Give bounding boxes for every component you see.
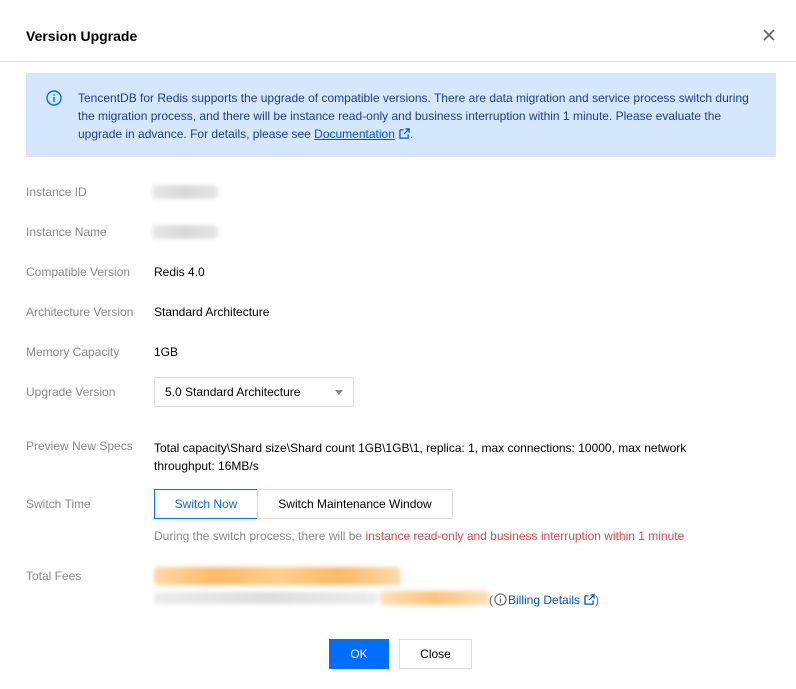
switch-time-label: Switch Time	[26, 497, 91, 511]
close-icon[interactable]	[761, 27, 777, 43]
external-link-icon[interactable]	[584, 594, 595, 605]
header-divider	[0, 61, 796, 62]
close-button[interactable]: Close	[399, 639, 472, 669]
info-icon	[46, 90, 62, 106]
instance-id-label: Instance ID	[26, 185, 87, 199]
billing-details-link[interactable]: Billing Details	[508, 593, 580, 607]
fees-discount-redacted	[380, 591, 490, 605]
external-link-icon[interactable]	[399, 128, 410, 139]
total-fees-label: Total Fees	[26, 569, 82, 583]
memory-capacity-label: Memory Capacity	[26, 345, 120, 359]
upgrade-version-select[interactable]: 5.0 Standard Architecture	[154, 377, 354, 407]
version-upgrade-dialog: Version Upgrade TencentDB for Redis supp…	[0, 0, 796, 689]
instance-name-value-redacted	[152, 225, 218, 239]
upgrade-version-selected: 5.0 Standard Architecture	[165, 385, 301, 399]
compatible-version-label: Compatible Version	[26, 265, 131, 279]
notice-suffix: .	[409, 127, 414, 141]
memory-capacity-value: 1GB	[154, 345, 179, 359]
documentation-link[interactable]: Documentation	[314, 127, 395, 141]
upgrade-notice: TencentDB for Redis supports the upgrade…	[26, 73, 776, 157]
fees-detail-redacted	[154, 592, 378, 604]
instance-name-label: Instance Name	[26, 225, 107, 239]
instance-id-value-redacted	[152, 185, 218, 199]
preview-specs-label: Preview New Specs	[26, 439, 133, 453]
info-icon	[494, 593, 507, 606]
switch-maintenance-window-button[interactable]: Switch Maintenance Window	[257, 489, 453, 519]
billing-details[interactable]: ( Billing Details )	[489, 593, 599, 607]
compatible-version-value: Redis 4.0	[154, 265, 205, 279]
ok-button[interactable]: OK	[329, 639, 389, 669]
preview-specs-value: Total capacity\Shard size\Shard count 1G…	[154, 441, 687, 473]
switch-note: During the switch process, there will be…	[154, 529, 685, 543]
notice-text: TencentDB for Redis supports the upgrade…	[78, 91, 749, 141]
chevron-down-icon	[335, 390, 343, 395]
architecture-version-value: Standard Architecture	[154, 305, 270, 319]
upgrade-version-label: Upgrade Version	[26, 385, 116, 399]
total-fees-value-redacted	[154, 567, 400, 585]
architecture-version-label: Architecture Version	[26, 305, 134, 319]
dialog-title: Version Upgrade	[26, 28, 138, 44]
switch-now-button[interactable]: Switch Now	[154, 489, 258, 519]
switch-warning-text: instance read-only and business interrup…	[365, 529, 685, 543]
